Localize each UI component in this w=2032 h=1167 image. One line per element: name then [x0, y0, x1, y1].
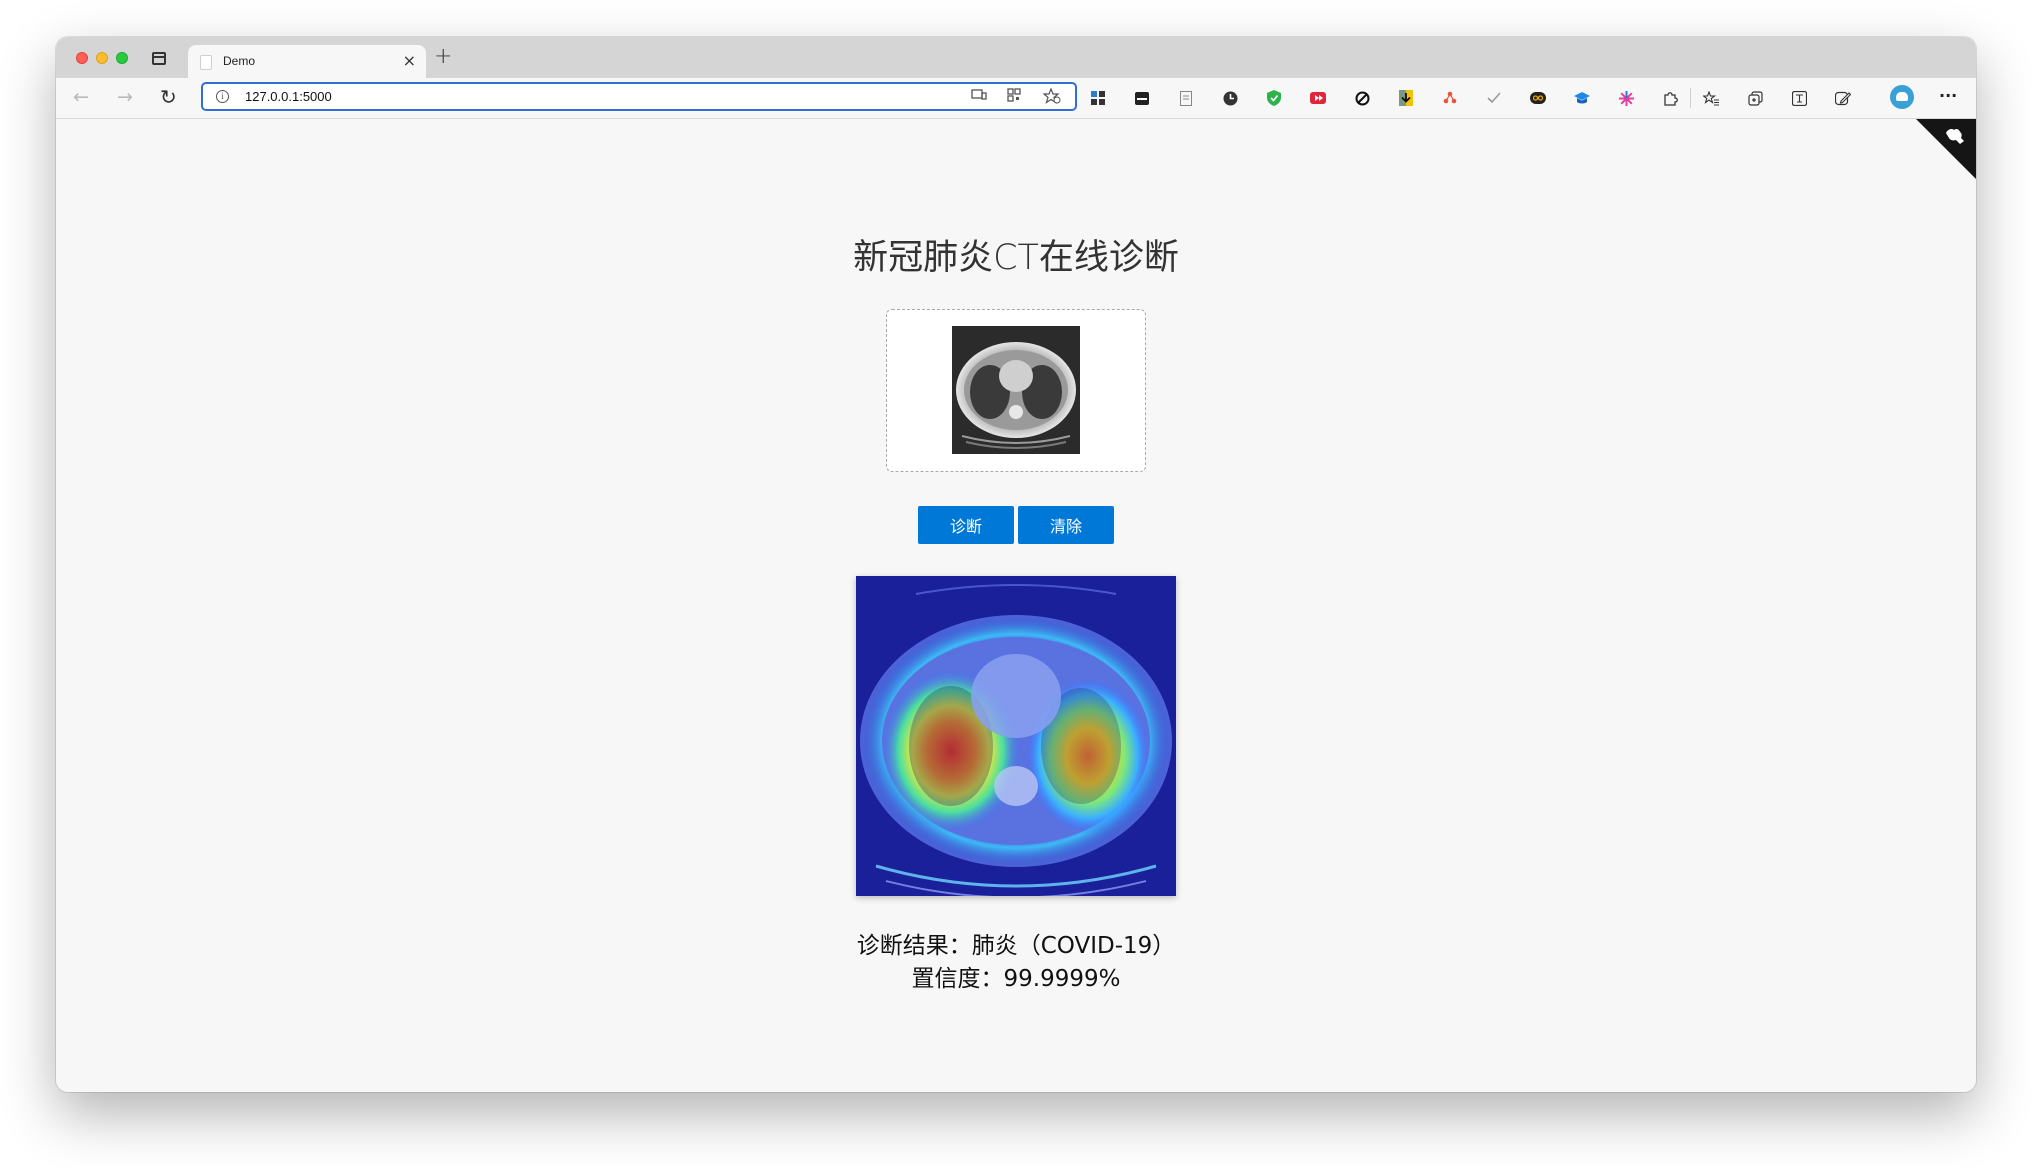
download-icon[interactable]: [1398, 90, 1414, 106]
more-menu-icon[interactable]: ···: [1939, 86, 1957, 105]
ct-scan-thumbnail: [952, 326, 1080, 454]
add-favorite-icon[interactable]: [1042, 87, 1061, 108]
sparkle-icon[interactable]: [1618, 90, 1634, 106]
translate-icon[interactable]: [1791, 90, 1807, 106]
result-line: 诊断结果：肺炎（COVID-19）: [856, 933, 1176, 959]
feedback-icon[interactable]: [1835, 90, 1851, 106]
site-info-icon[interactable]: i: [216, 90, 229, 103]
profile-avatar[interactable]: [1890, 85, 1914, 109]
maximize-window-button[interactable]: [116, 52, 128, 64]
puzzle-icon[interactable]: [1662, 90, 1678, 106]
reload-button[interactable]: ↻: [160, 85, 177, 109]
browser-window: Demo × + ← → ↻ i 127.0.0.1:5000 ··· 新冠肺炎…: [56, 37, 1976, 1092]
browser-toolbar: ← → ↻ i 127.0.0.1:5000 ···: [56, 78, 1976, 119]
clear-button[interactable]: 清除: [1018, 506, 1114, 544]
address-bar[interactable]: i 127.0.0.1:5000: [201, 82, 1077, 111]
page-content: 新冠肺炎CT在线诊断 诊断 清除 诊断结果：肺炎（COVID-19） 置信度：9…: [56, 119, 1976, 1092]
apps-icon[interactable]: [1090, 90, 1106, 106]
diagnose-button[interactable]: 诊断: [918, 506, 1014, 544]
new-tab-button[interactable]: +: [434, 44, 452, 69]
diagnosis-result: 诊断结果：肺炎（COVID-19） 置信度：99.9999%: [56, 930, 1976, 996]
extension-bar: [1090, 87, 1879, 109]
close-window-button[interactable]: [76, 52, 88, 64]
forward-button[interactable]: →: [117, 86, 133, 108]
graduation-icon[interactable]: [1574, 90, 1590, 106]
favorites-icon[interactable]: [1703, 90, 1719, 106]
tab-strip: Demo × +: [56, 37, 1976, 79]
tab-actions-icon[interactable]: [152, 52, 166, 65]
back-button[interactable]: ←: [73, 86, 89, 108]
video-icon[interactable]: [1310, 90, 1326, 106]
minimize-window-button[interactable]: [96, 52, 108, 64]
clock-icon[interactable]: [1222, 90, 1238, 106]
page-icon[interactable]: [1178, 90, 1194, 106]
image-upload-area[interactable]: [886, 309, 1146, 472]
github-corner-icon[interactable]: [1916, 119, 1976, 179]
page-title: 新冠肺炎CT在线诊断: [853, 238, 1179, 278]
check-icon[interactable]: [1486, 90, 1502, 106]
collections-icon[interactable]: [1747, 90, 1763, 106]
page-favicon-icon: [200, 55, 212, 70]
url-text[interactable]: 127.0.0.1:5000: [245, 89, 332, 104]
infinity-icon[interactable]: [1530, 90, 1546, 106]
tab-demo[interactable]: Demo ×: [188, 45, 426, 79]
tab-title: Demo: [223, 54, 256, 68]
block-icon[interactable]: [1354, 90, 1370, 106]
heatmap-result-image: [856, 576, 1176, 896]
confidence-line: 置信度：99.9999%: [911, 966, 1121, 992]
read-aloud-icon[interactable]: [971, 88, 987, 106]
shield-icon[interactable]: [1266, 90, 1282, 106]
tree-icon[interactable]: [1442, 90, 1458, 106]
inbox-icon[interactable]: [1134, 90, 1150, 106]
toolbar-separator: [1690, 88, 1691, 108]
qr-code-icon[interactable]: [1007, 88, 1021, 106]
tab-close-icon[interactable]: ×: [403, 51, 416, 70]
